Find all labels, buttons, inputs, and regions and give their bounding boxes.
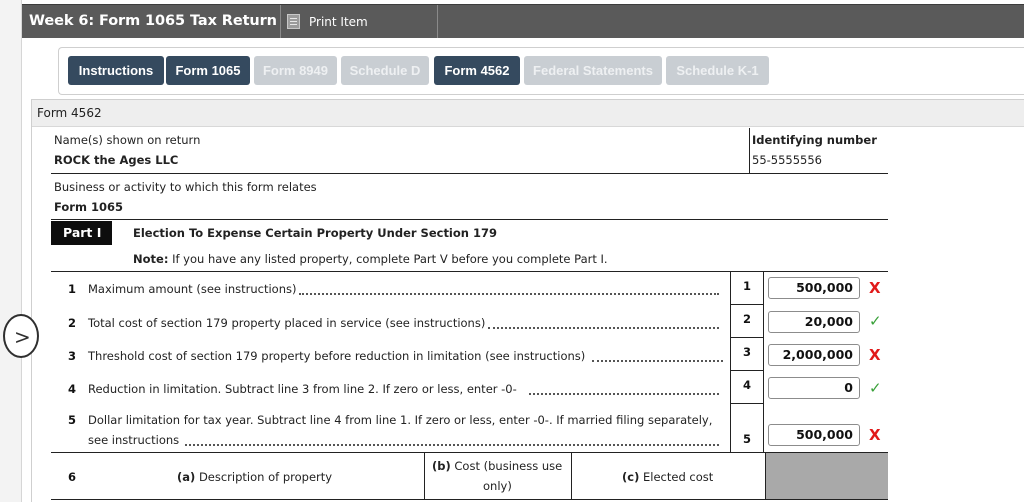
line-number: 5	[68, 413, 77, 427]
form-tabs: Instructions Form 1065 Form 8949 Schedul…	[58, 47, 1024, 95]
id-value: 55-5555556	[752, 153, 822, 167]
print-item-label: Print Item	[309, 15, 368, 29]
tab-form-1065[interactable]: Form 1065	[166, 56, 250, 85]
name-label: Name(s) shown on return	[54, 133, 201, 147]
form-4562: Name(s) shown on return ROCK the Ages LL…	[32, 128, 1024, 502]
tab-schedule-k1[interactable]: Schedule K-1	[666, 56, 769, 85]
line-number: 4	[68, 382, 77, 396]
rule	[51, 499, 888, 500]
print-item-button[interactable]: Print Item	[280, 5, 438, 39]
col-b-text-cont: only)	[483, 479, 512, 493]
line-4-text: Reduction in limitation. Subtract line 3…	[88, 382, 517, 396]
rule	[51, 452, 888, 453]
line-4-amount-input[interactable]: 0	[768, 377, 860, 399]
box-number: 4	[742, 378, 751, 392]
line-3-text: Threshold cost of section 179 property b…	[88, 349, 586, 363]
col-b-letter: (b)	[432, 459, 451, 473]
correct-mark-icon: ✓	[869, 379, 882, 397]
col-c-text: Elected cost	[643, 470, 714, 484]
business-label: Business or activity to which this form …	[54, 180, 317, 194]
box-number: 3	[742, 345, 751, 359]
col-divider	[571, 452, 572, 500]
part-note: Note: If you have any listed property, c…	[133, 252, 608, 266]
left-edge-strip	[0, 0, 22, 502]
rule	[51, 219, 888, 220]
line-2-amount-input[interactable]: 20,000	[768, 311, 860, 333]
window-title: Week 6: Form 1065 Tax Return Simu	[29, 13, 279, 29]
col-c-letter: (c)	[622, 470, 640, 484]
part-title: Election To Expense Certain Property Und…	[133, 226, 497, 240]
note-text: If you have any listed property, complet…	[172, 252, 608, 266]
col-a-header: (a) Description of property	[177, 470, 332, 484]
chevron-right-icon: >	[14, 325, 31, 349]
panel-title: Form 4562	[37, 106, 102, 120]
line-1-amount-input[interactable]: 500,000	[768, 277, 860, 299]
correct-mark-icon: ✓	[869, 312, 882, 330]
line-number: 2	[68, 316, 77, 330]
line-number: 1	[68, 282, 77, 296]
form-panel: Form 4562 Name(s) shown on return ROCK t…	[31, 99, 1024, 502]
rule	[51, 173, 888, 174]
col-c-header: (c) Elected cost	[622, 470, 713, 484]
tab-federal-statements[interactable]: Federal Statements	[524, 56, 662, 85]
rule	[730, 403, 764, 404]
line-5-text: Dollar limitation for tax year. Subtract…	[88, 413, 713, 427]
box-number: 2	[742, 312, 751, 326]
part-badge: Part I	[51, 221, 112, 245]
tab-schedule-d[interactable]: Schedule D	[341, 56, 429, 85]
rule	[730, 337, 764, 338]
col-a-text: Description of property	[198, 470, 333, 484]
line-5-amount-input[interactable]: 500,000	[768, 424, 860, 446]
title-bar: Week 6: Form 1065 Tax Return Simu Print …	[22, 4, 1024, 39]
col-a-letter: (a)	[177, 470, 196, 484]
business-value: Form 1065	[54, 200, 123, 214]
panel-header: Form 4562	[32, 100, 1024, 127]
shaded-cell	[766, 453, 888, 500]
box-column-right	[763, 271, 764, 452]
box-column-left	[730, 271, 731, 452]
dot-leader	[299, 283, 719, 295]
col-b-header: (b) Cost (business use	[432, 459, 562, 473]
line-2-text: Total cost of section 179 property place…	[88, 316, 486, 330]
header-divider	[749, 128, 750, 173]
dot-leader	[592, 350, 723, 362]
line-3-amount-input[interactable]: 2,000,000	[768, 344, 860, 366]
tab-instructions[interactable]: Instructions	[68, 56, 164, 85]
rule	[730, 304, 764, 305]
incorrect-mark-icon: X	[869, 346, 881, 364]
box-number: 1	[742, 279, 751, 293]
box-number: 5	[742, 432, 751, 446]
work-area: Instructions Form 1065 Form 8949 Schedul…	[22, 38, 1024, 502]
tab-form-8949[interactable]: Form 8949	[254, 56, 337, 85]
line-1-text: Maximum amount (see instructions)	[88, 282, 297, 296]
incorrect-mark-icon: X	[869, 279, 881, 297]
col-b-text: Cost (business use	[454, 459, 563, 473]
line-5-text-cont: see instructions	[88, 433, 180, 447]
app-window: Week 6: Form 1065 Tax Return Simu Print …	[0, 0, 1024, 502]
line-number: 3	[68, 349, 77, 363]
tab-form-4562[interactable]: Form 4562	[434, 56, 520, 85]
rule	[730, 370, 764, 371]
note-bold: Note:	[133, 252, 169, 266]
id-label: Identifying number	[752, 133, 877, 147]
dot-leader	[488, 317, 719, 329]
line-number: 6	[68, 470, 77, 484]
dot-leader	[185, 434, 719, 446]
incorrect-mark-icon: X	[869, 426, 881, 444]
dot-leader	[529, 383, 719, 395]
next-page-button[interactable]: >	[3, 314, 39, 358]
document-icon	[287, 14, 300, 29]
col-divider	[424, 452, 425, 500]
name-value: ROCK the Ages LLC	[54, 153, 179, 167]
